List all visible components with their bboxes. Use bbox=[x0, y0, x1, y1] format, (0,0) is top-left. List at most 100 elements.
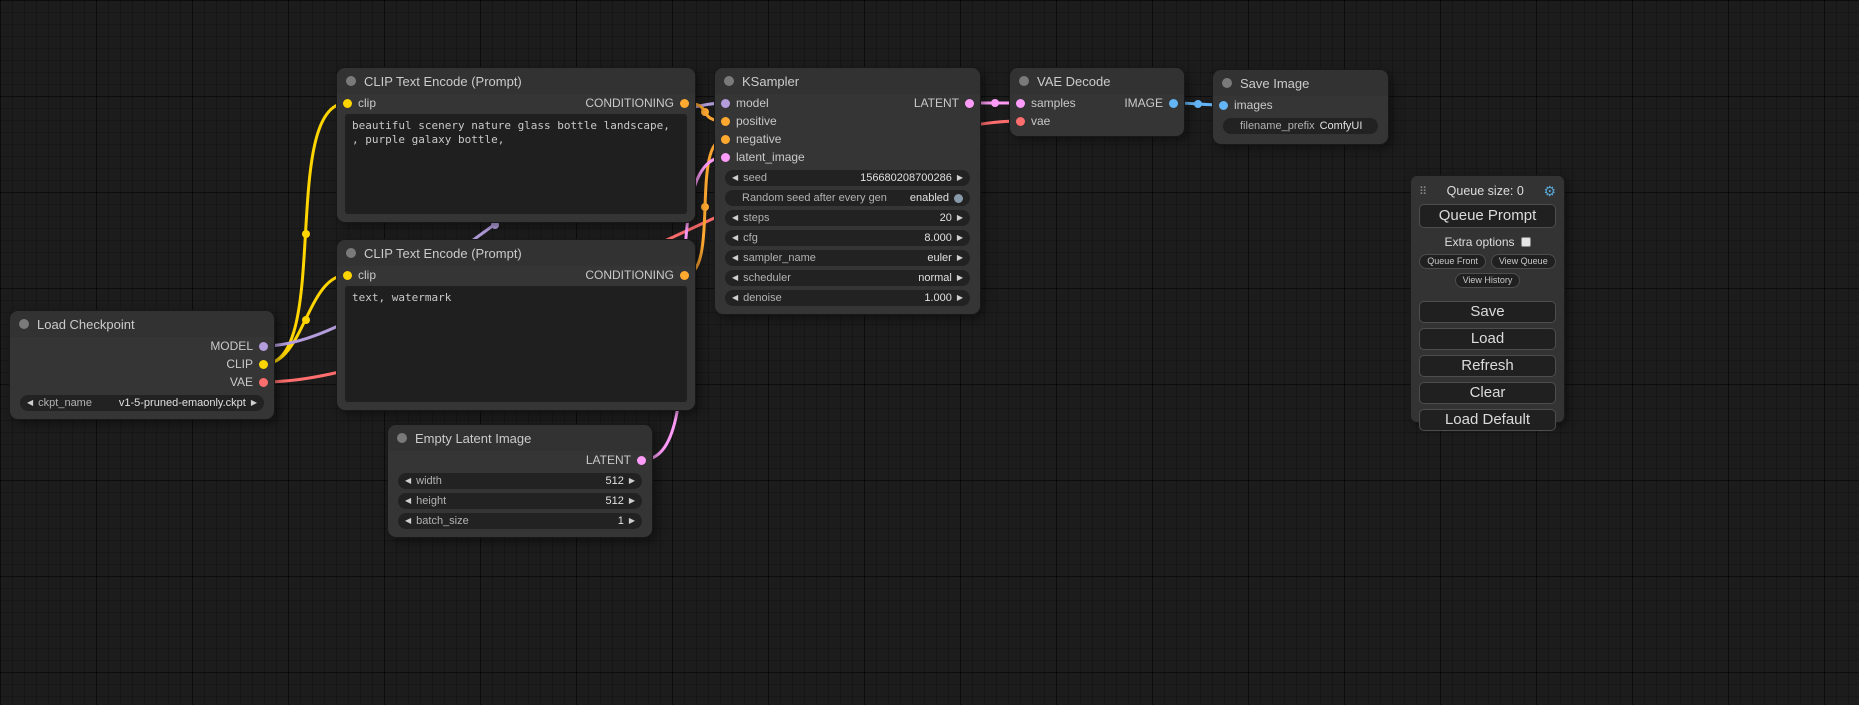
link-midpoint-dot bbox=[1194, 100, 1202, 108]
decrement-arrow-icon[interactable]: ◀ bbox=[732, 170, 738, 186]
latent-output-dot[interactable] bbox=[637, 456, 646, 465]
node-title-bar[interactable]: CLIP Text Encode (Prompt) bbox=[337, 68, 695, 94]
increment-arrow-icon[interactable]: ▶ bbox=[957, 210, 963, 226]
node-vae-decode[interactable]: VAE Decode samples IMAGE vae bbox=[1010, 68, 1184, 136]
clip-input-dot[interactable] bbox=[343, 99, 352, 108]
collapse-dot-icon[interactable] bbox=[19, 319, 29, 329]
node-clip-text-encode-negative[interactable]: CLIP Text Encode (Prompt) clip CONDITION… bbox=[337, 240, 695, 410]
increment-arrow-icon[interactable]: ▶ bbox=[629, 493, 635, 509]
extra-options-label: Extra options bbox=[1444, 235, 1514, 249]
settings-gear-icon[interactable]: ⚙ bbox=[1543, 184, 1556, 198]
conditioning-output-dot[interactable] bbox=[680, 271, 689, 280]
view-history-button[interactable]: View History bbox=[1455, 273, 1521, 288]
node-title-bar[interactable]: VAE Decode bbox=[1010, 68, 1184, 94]
decrement-arrow-icon[interactable]: ◀ bbox=[732, 210, 738, 226]
decrement-arrow-icon[interactable]: ◀ bbox=[732, 230, 738, 246]
load-default-button[interactable]: Load Default bbox=[1419, 409, 1556, 431]
collapse-dot-icon[interactable] bbox=[397, 433, 407, 443]
node-save-image[interactable]: Save Image images filename_prefix ComfyU… bbox=[1213, 70, 1388, 144]
collapse-dot-icon[interactable] bbox=[724, 76, 734, 86]
collapse-dot-icon[interactable] bbox=[346, 76, 356, 86]
input-slot-label: vae bbox=[1031, 114, 1050, 128]
node-ksampler[interactable]: KSampler model LATENT positive negative … bbox=[715, 68, 980, 314]
scheduler-widget[interactable]: ◀ scheduler normal ▶ bbox=[725, 270, 970, 286]
decrement-arrow-icon[interactable]: ◀ bbox=[27, 395, 33, 411]
model-input-dot[interactable] bbox=[721, 99, 730, 108]
node-empty-latent-image[interactable]: Empty Latent Image LATENT ◀ width 512 ▶ … bbox=[388, 425, 652, 537]
clear-button[interactable]: Clear bbox=[1419, 382, 1556, 404]
collapse-dot-icon[interactable] bbox=[1222, 78, 1232, 88]
latent-output-dot[interactable] bbox=[965, 99, 974, 108]
conditioning-output-dot[interactable] bbox=[680, 99, 689, 108]
node-title-bar[interactable]: Save Image bbox=[1213, 70, 1388, 96]
increment-arrow-icon[interactable]: ▶ bbox=[629, 473, 635, 489]
decrement-arrow-icon[interactable]: ◀ bbox=[405, 493, 411, 509]
output-slot-label: CONDITIONING bbox=[585, 96, 674, 110]
cfg-widget[interactable]: ◀ cfg 8.000 ▶ bbox=[725, 230, 970, 246]
denoise-widget[interactable]: ◀ denoise 1.000 ▶ bbox=[725, 290, 970, 306]
drag-handle-icon[interactable]: ⠿ bbox=[1419, 185, 1427, 198]
node-load-checkpoint[interactable]: Load Checkpoint MODEL CLIP VAE ◀ ckpt_na… bbox=[10, 311, 274, 419]
increment-arrow-icon[interactable]: ▶ bbox=[957, 250, 963, 266]
queue-front-button[interactable]: Queue Front bbox=[1419, 254, 1486, 269]
node-title-bar[interactable]: Load Checkpoint bbox=[10, 311, 274, 337]
filename-prefix-widget[interactable]: filename_prefix ComfyUI bbox=[1223, 118, 1378, 134]
node-title-text: CLIP Text Encode (Prompt) bbox=[364, 74, 522, 89]
ckpt-name-widget[interactable]: ◀ ckpt_name v1-5-pruned-emaonly.ckpt ▶ bbox=[20, 395, 264, 411]
save-button[interactable]: Save bbox=[1419, 301, 1556, 323]
images-input-dot[interactable] bbox=[1219, 101, 1228, 110]
random-seed-toggle-widget[interactable]: Random seed after every gen enabled bbox=[725, 190, 970, 206]
positive-input-dot[interactable] bbox=[721, 117, 730, 126]
node-title-bar[interactable]: Empty Latent Image bbox=[388, 425, 652, 451]
load-button[interactable]: Load bbox=[1419, 328, 1556, 350]
link-midpoint-dot bbox=[491, 221, 499, 229]
node-clip-text-encode-positive[interactable]: CLIP Text Encode (Prompt) clip CONDITION… bbox=[337, 68, 695, 222]
output-slot-label: CLIP bbox=[226, 357, 253, 371]
increment-arrow-icon[interactable]: ▶ bbox=[251, 395, 257, 411]
negative-prompt-textarea[interactable]: text, watermark bbox=[345, 286, 687, 402]
increment-arrow-icon[interactable]: ▶ bbox=[957, 170, 963, 186]
decrement-arrow-icon[interactable]: ◀ bbox=[732, 270, 738, 286]
node-title-text: KSampler bbox=[742, 74, 799, 89]
input-slot-label: latent_image bbox=[736, 150, 805, 164]
view-queue-button[interactable]: View Queue bbox=[1491, 254, 1556, 269]
sampler-name-widget[interactable]: ◀ sampler_name euler ▶ bbox=[725, 250, 970, 266]
refresh-button[interactable]: Refresh bbox=[1419, 355, 1556, 377]
output-slot-label: MODEL bbox=[210, 339, 253, 353]
clip-input-dot[interactable] bbox=[343, 271, 352, 280]
width-widget[interactable]: ◀ width 512 ▶ bbox=[398, 473, 642, 489]
increment-arrow-icon[interactable]: ▶ bbox=[957, 290, 963, 306]
toggle-knob-icon[interactable] bbox=[954, 194, 963, 203]
batch-size-widget[interactable]: ◀ batch_size 1 ▶ bbox=[398, 513, 642, 529]
vae-input-dot[interactable] bbox=[1016, 117, 1025, 126]
decrement-arrow-icon[interactable]: ◀ bbox=[732, 250, 738, 266]
steps-widget[interactable]: ◀ steps 20 ▶ bbox=[725, 210, 970, 226]
link-midpoint-dot bbox=[701, 203, 709, 211]
collapse-dot-icon[interactable] bbox=[346, 248, 356, 258]
increment-arrow-icon[interactable]: ▶ bbox=[629, 513, 635, 529]
increment-arrow-icon[interactable]: ▶ bbox=[957, 230, 963, 246]
decrement-arrow-icon[interactable]: ◀ bbox=[732, 290, 738, 306]
negative-input-dot[interactable] bbox=[721, 135, 730, 144]
model-output-dot[interactable] bbox=[259, 342, 268, 351]
link-midpoint-dot bbox=[701, 108, 709, 116]
latent-image-input-dot[interactable] bbox=[721, 153, 730, 162]
height-widget[interactable]: ◀ height 512 ▶ bbox=[398, 493, 642, 509]
clip-output-dot[interactable] bbox=[259, 360, 268, 369]
extra-options-checkbox[interactable] bbox=[1521, 237, 1531, 247]
image-output-dot[interactable] bbox=[1169, 99, 1178, 108]
queue-prompt-button[interactable]: Queue Prompt bbox=[1419, 204, 1556, 228]
node-graph-canvas[interactable]: { "colors": { "canvas_bg": "#1c1c1c", "n… bbox=[0, 0, 1859, 705]
decrement-arrow-icon[interactable]: ◀ bbox=[405, 473, 411, 489]
seed-widget[interactable]: ◀ seed 156680208700286 ▶ bbox=[725, 170, 970, 186]
positive-prompt-textarea[interactable]: beautiful scenery nature glass bottle la… bbox=[345, 114, 687, 214]
decrement-arrow-icon[interactable]: ◀ bbox=[405, 513, 411, 529]
node-title-bar[interactable]: KSampler bbox=[715, 68, 980, 94]
increment-arrow-icon[interactable]: ▶ bbox=[957, 270, 963, 286]
collapse-dot-icon[interactable] bbox=[1019, 76, 1029, 86]
vae-output-dot[interactable] bbox=[259, 378, 268, 387]
samples-input-dot[interactable] bbox=[1016, 99, 1025, 108]
node-title-bar[interactable]: CLIP Text Encode (Prompt) bbox=[337, 240, 695, 266]
output-slot-label: CONDITIONING bbox=[585, 268, 674, 282]
output-slot-label: VAE bbox=[230, 375, 253, 389]
